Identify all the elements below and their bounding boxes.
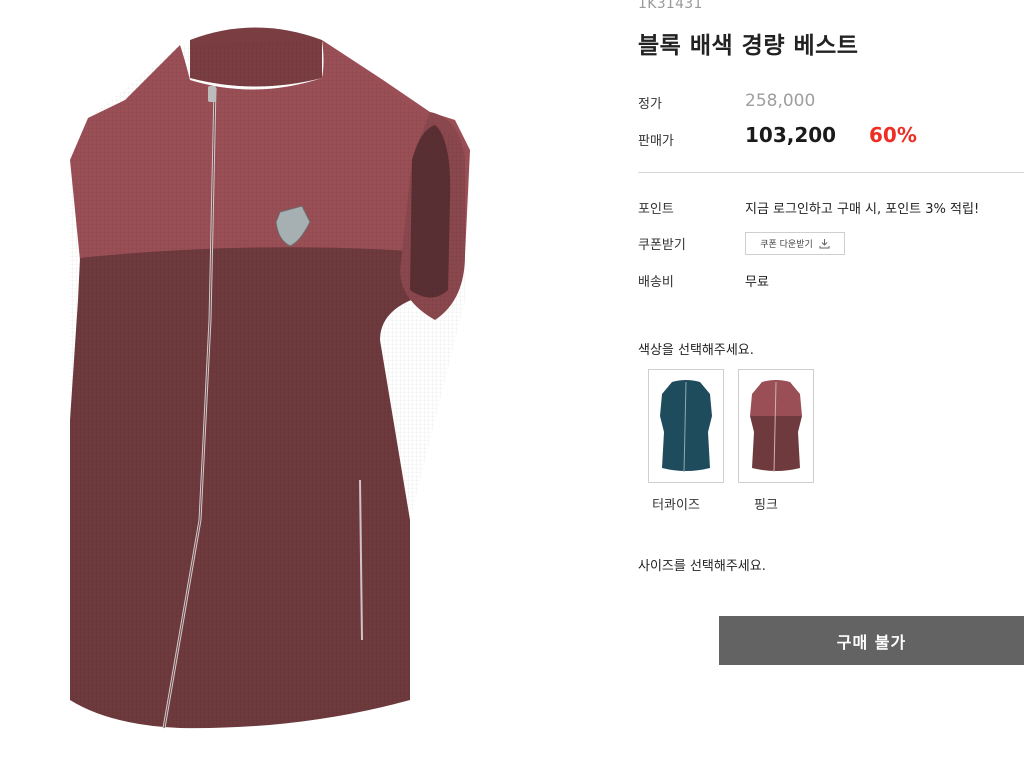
color-option-pink[interactable] (738, 369, 814, 483)
product-code: 1K31431 (638, 0, 703, 12)
product-title: 블록 배색 경량 베스트 (638, 33, 859, 59)
sale-price: 103,200 (745, 123, 837, 147)
buy-button-label: 구매 불가 (836, 632, 907, 652)
shipping-label: 배송비 (638, 275, 674, 290)
list-price-label: 정가 (638, 97, 662, 112)
buy-button[interactable]: 구매 불가 (719, 616, 1024, 665)
download-icon (819, 239, 830, 249)
point-label: 포인트 (638, 202, 674, 217)
product-info-panel: 1K31431 블록 배색 경량 베스트 정가 258,000 판매가 103,… (638, 0, 1024, 760)
vest-illustration (70, 27, 470, 729)
color-option-turquoise-label: 터콰이즈 (652, 498, 700, 513)
vest-thumbnail-pink (750, 380, 802, 473)
list-price: 258,000 (745, 91, 816, 111)
size-select-prompt: 사이즈를 선택해주세요. (638, 559, 766, 574)
divider (638, 172, 1024, 173)
product-image (40, 0, 580, 760)
vest-thumbnail-teal (660, 380, 712, 473)
shipping-value: 무료 (745, 275, 769, 290)
color-select-prompt: 색상을 선택해주세요. (638, 343, 754, 358)
point-text: 지금 로그인하고 구매 시, 포인트 3% 적립! (745, 202, 980, 217)
coupon-button-label: 쿠폰 다운받기 (760, 240, 813, 250)
color-option-turquoise[interactable] (648, 369, 724, 483)
discount-rate: 60% (869, 123, 917, 147)
color-option-pink-label: 핑크 (754, 498, 778, 513)
sale-price-label: 판매가 (638, 134, 674, 149)
coupon-label: 쿠폰받기 (638, 238, 686, 253)
coupon-download-button[interactable]: 쿠폰 다운받기 (745, 232, 845, 255)
